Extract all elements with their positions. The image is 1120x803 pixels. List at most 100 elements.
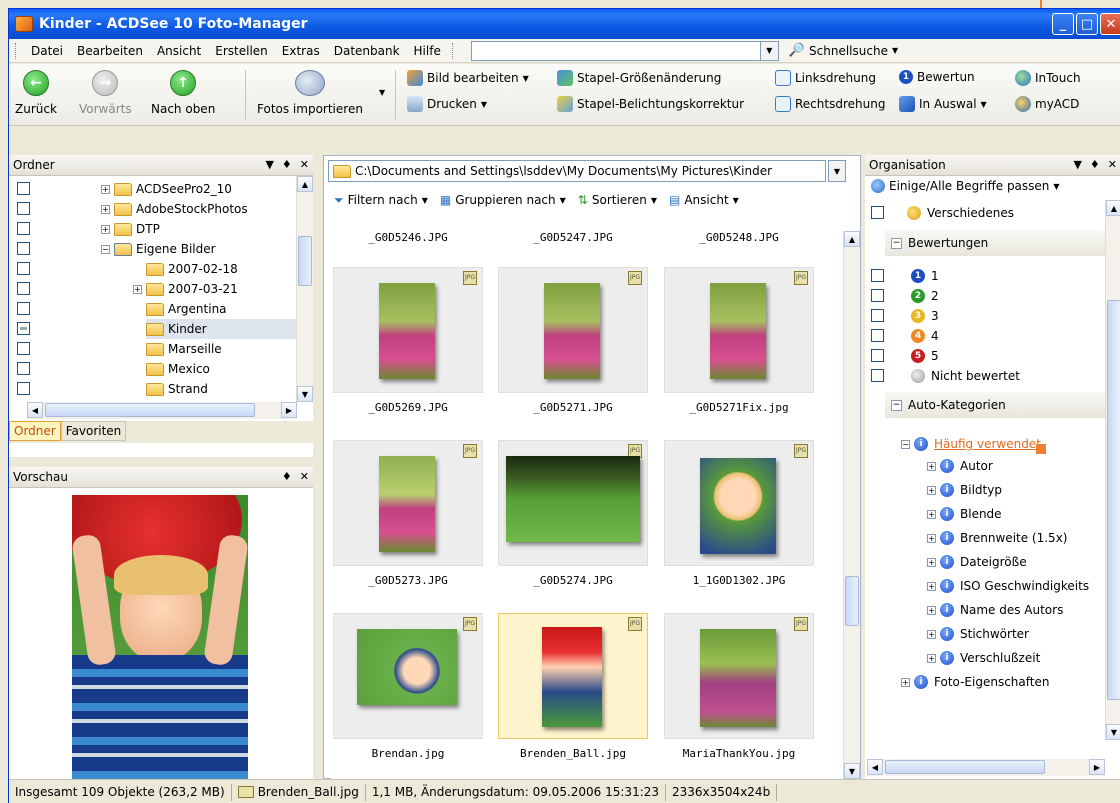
forward-button[interactable]: → Vorwärts (79, 70, 132, 116)
rating-checkbox[interactable] (871, 329, 884, 342)
rating-item[interactable]: 22 (911, 286, 939, 306)
folder-item[interactable]: Strand (146, 379, 208, 399)
pane-menu-icon[interactable]: ▼ (1073, 158, 1081, 171)
folder-item[interactable]: + ACDSeePro2_10 (101, 179, 232, 199)
category-checkbox[interactable] (871, 206, 884, 219)
rating-item[interactable]: 44 (911, 326, 939, 346)
match-dropdown[interactable]: Einige/Alle Begriffe passen ▼ (871, 179, 1060, 193)
expand-icon[interactable]: + (927, 485, 936, 495)
quicksearch-input[interactable] (470, 40, 761, 61)
filter-button[interactable]: ⏷ Filtern nach ▼ (334, 193, 428, 208)
pin-icon[interactable]: ♦ (282, 470, 292, 483)
minimize-button[interactable]: _ (1052, 13, 1074, 35)
folder-item[interactable]: Argentina (146, 299, 227, 319)
rating-item[interactable]: 11 (911, 266, 939, 286)
pane-menu-icon[interactable]: ▼ (265, 158, 273, 171)
scroll-thumb[interactable] (1107, 300, 1120, 700)
scroll-up-icon[interactable]: ▲ (297, 176, 313, 192)
batch-exposure-button[interactable]: Stapel-Belichtungskorrektur (557, 96, 744, 112)
expand-icon[interactable]: + (101, 204, 110, 214)
category-item[interactable]: + i Autor (927, 456, 993, 476)
category-item[interactable]: + i Verschlußzeit (927, 648, 1040, 668)
rating-checkbox[interactable] (871, 349, 884, 362)
rating-checkbox[interactable] (871, 289, 884, 302)
expand-icon[interactable]: + (927, 461, 936, 471)
expand-icon[interactable]: + (927, 557, 936, 567)
close-icon[interactable]: ✕ (300, 470, 309, 483)
thumbnail[interactable]: JPG MariaThankYou.jpg (662, 607, 814, 767)
sort-button[interactable]: ⇅ Sortieren ▼ (578, 193, 657, 207)
category-item[interactable]: + i Name des Autors (927, 600, 1063, 620)
folder-checkbox[interactable] (17, 202, 30, 215)
ratings-section-header[interactable]: − Bewertungen (885, 230, 1105, 256)
path-dropdown[interactable]: ▼ (828, 160, 846, 182)
thumbnail[interactable]: JPG _G0D5271.JPG (496, 261, 648, 421)
category-item[interactable]: + i Brennweite (1.5x) (927, 528, 1067, 548)
tab-favoriten[interactable]: Favoriten (60, 421, 127, 441)
path-field[interactable]: C:\Documents and Settings\lsddev\My Docu… (328, 160, 826, 182)
thumbnail[interactable]: JPG _G0D5274.JPG (496, 434, 648, 594)
title-bar[interactable]: Kinder - ACDSee 10 Foto-Manager _ □ ✕ (9, 9, 1120, 39)
thumbnail[interactable]: JPG _G0D5271Fix.jpg (662, 261, 814, 421)
menu-extras[interactable]: Extras (275, 44, 327, 58)
expand-icon[interactable]: + (101, 184, 110, 194)
quicksearch-button[interactable]: 🔎 Schnellsuche ▼ (789, 43, 898, 58)
menu-hilfe[interactable]: Hilfe (407, 44, 448, 58)
auto-categories-header[interactable]: − Auto-Kategorien (885, 392, 1105, 418)
expand-icon[interactable]: + (927, 605, 936, 615)
thumbnail-vscroll[interactable]: ▲ ▼ (843, 231, 860, 779)
close-icon[interactable]: ✕ (300, 158, 309, 171)
category-item[interactable]: + i ISO Geschwindigkeits (927, 576, 1089, 596)
category-item[interactable]: Verschiedenes (907, 203, 1014, 223)
myacd-button[interactable]: myACD (1015, 96, 1079, 112)
scroll-right-icon[interactable]: ▶ (1089, 759, 1105, 775)
back-button[interactable]: ← Zurück (15, 70, 57, 116)
maximize-button[interactable]: □ (1076, 13, 1098, 35)
folder-item[interactable]: +2007-03-21 (133, 279, 238, 299)
category-link[interactable]: Häufig verwendet (934, 437, 1041, 451)
scroll-down-icon[interactable]: ▼ (1106, 724, 1120, 740)
close-button[interactable]: ✕ (1100, 13, 1120, 35)
folder-checkbox[interactable] (17, 362, 30, 375)
thumbnail-selected[interactable]: JPG Brenden_Ball.jpg (496, 607, 648, 767)
import-button[interactable]: Fotos importieren (257, 70, 363, 116)
scroll-left-icon[interactable]: ◀ (27, 402, 43, 418)
scroll-up-icon[interactable]: ▲ (1106, 200, 1120, 216)
rotate-left-button[interactable]: Linksdrehung (775, 70, 876, 86)
folder-checkbox[interactable] (17, 302, 30, 315)
print-button[interactable]: Drucken ▼ (407, 96, 487, 112)
thumbnail[interactable]: JPG _G0D5269.JPG (331, 261, 483, 421)
scroll-right-icon[interactable]: ▶ (281, 402, 297, 418)
menu-erstellen[interactable]: Erstellen (208, 44, 275, 58)
up-button[interactable]: ↑ Nach oben (151, 70, 215, 116)
group-button[interactable]: ▦ Gruppieren nach ▼ (440, 193, 566, 207)
pin-icon[interactable]: ♦ (1090, 158, 1100, 171)
hscroll-thumb[interactable] (885, 760, 1045, 774)
folder-item[interactable]: 2007-02-18 (146, 259, 238, 279)
category-item[interactable]: + i Bildtyp (927, 480, 1002, 500)
expand-icon[interactable]: + (927, 509, 936, 519)
thumbnail[interactable]: JPG Brendan.jpg (331, 607, 483, 767)
folder-checkbox[interactable] (17, 222, 30, 235)
folder-checkbox[interactable] (17, 382, 30, 395)
folder-item[interactable]: Mexico (146, 359, 210, 379)
thumbnail[interactable]: JPG _G0D5273.JPG (331, 434, 483, 594)
expand-icon[interactable]: + (101, 224, 110, 234)
expand-icon[interactable]: + (927, 581, 936, 591)
close-icon[interactable]: ✕ (1108, 158, 1117, 171)
category-item[interactable]: + i Foto-Eigenschaften (901, 672, 1049, 692)
category-item[interactable]: + i Dateigröße (927, 552, 1027, 572)
rating-checkbox[interactable] (871, 369, 884, 382)
menu-datenbank[interactable]: Datenbank (327, 44, 407, 58)
menu-bearbeiten[interactable]: Bearbeiten (70, 44, 150, 58)
folder-vscroll[interactable]: ▲ ▼ (296, 176, 313, 402)
rating-checkbox[interactable] (871, 309, 884, 322)
scroll-down-icon[interactable]: ▼ (844, 763, 860, 779)
expand-icon[interactable]: + (901, 677, 910, 687)
folder-checkbox[interactable] (17, 262, 30, 275)
collapse-icon[interactable]: − (891, 237, 902, 249)
folder-item-selected[interactable]: Kinder (146, 319, 296, 339)
tab-ordner[interactable]: Ordner (9, 421, 61, 441)
scroll-left-icon[interactable]: ◀ (867, 759, 883, 775)
folder-checkbox[interactable] (17, 182, 30, 195)
